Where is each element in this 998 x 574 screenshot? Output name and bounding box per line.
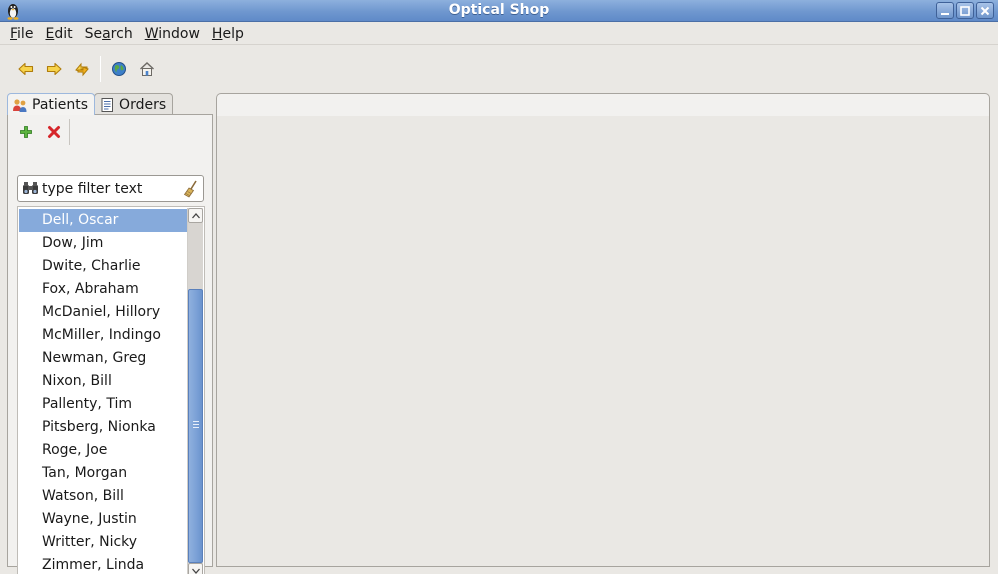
close-icon: [980, 6, 990, 15]
menu-help[interactable]: Help: [206, 23, 250, 45]
filter-input[interactable]: [42, 180, 180, 197]
back-button[interactable]: [12, 55, 40, 83]
menu-help-mnemonic: H: [211, 25, 223, 42]
list-item[interactable]: McDaniel, Hillory: [19, 301, 187, 324]
menu-file-mnemonic: F: [10, 25, 18, 42]
list-item[interactable]: Roge, Joe: [19, 439, 187, 462]
tab-orders-label: Orders: [119, 96, 167, 113]
patients-list-rows: Dell, Oscar Dow, Jim Dwite, Charlie Fox, Ab…: [19, 209, 187, 574]
editor-tab-strip: [216, 93, 990, 117]
toolbar-separator: [100, 56, 101, 82]
orders-icon: [101, 97, 114, 112]
scroll-down-button[interactable]: [188, 563, 203, 574]
minimize-button[interactable]: [936, 2, 954, 19]
menu-window-mnemonic: W: [144, 25, 159, 42]
list-item[interactable]: Watson, Bill: [19, 485, 187, 508]
list-item[interactable]: Zimmer, Linda: [19, 554, 187, 574]
home-button[interactable]: [133, 55, 161, 83]
sync-icon: [75, 62, 89, 77]
delete-patient-button[interactable]: [40, 119, 68, 145]
list-item[interactable]: Dow, Jim: [19, 232, 187, 255]
window-title: Optical Shop: [448, 2, 550, 18]
close-button[interactable]: [976, 2, 994, 19]
list-item[interactable]: Newman, Greg: [19, 347, 187, 370]
scroll-up-button[interactable]: [188, 208, 203, 223]
scroll-track[interactable]: [188, 223, 203, 289]
list-item[interactable]: McMiller, Indingo: [19, 324, 187, 347]
menu-window[interactable]: Window: [139, 23, 206, 45]
menu-bar: File Edit Search Window Help: [0, 23, 998, 45]
patients-panel: Dell, OscarDow, JimDwite, CharlieFox, Ab…: [7, 114, 213, 574]
scroll-thumb[interactable]: [188, 289, 203, 563]
forward-arrow-icon: [46, 62, 62, 76]
list-item[interactable]: Wayne, Justin: [19, 508, 187, 531]
menu-window-label: indow: [158, 25, 200, 42]
menu-search-mnemonic: a: [102, 25, 111, 42]
add-patient-button[interactable]: [12, 119, 40, 145]
chevron-down-icon: [191, 568, 200, 574]
menu-search-label: rch: [110, 25, 133, 42]
scroll-grip: [193, 421, 199, 428]
list-item[interactable]: Pitsberg, Nionka: [19, 416, 187, 439]
home-icon: [140, 62, 154, 76]
list-item[interactable]: Pallenty, Tim: [19, 393, 187, 416]
patients-toolbar: [12, 119, 70, 145]
list-item[interactable]: Dwite, Charlie: [19, 255, 187, 278]
delete-icon: [48, 126, 60, 138]
list-item[interactable]: Tan, Morgan: [19, 462, 187, 485]
filter-field[interactable]: [17, 175, 204, 202]
vertical-scrollbar[interactable]: [187, 208, 203, 574]
web-button[interactable]: [105, 55, 133, 83]
minimize-icon: [941, 12, 949, 15]
patients-icon: [13, 98, 27, 112]
editor-body: [216, 116, 990, 567]
forward-button[interactable]: [40, 55, 68, 83]
list-item[interactable]: Nixon, Bill: [19, 370, 187, 393]
back-arrow-icon: [18, 62, 34, 76]
patients-view: Patients Orders type filter text Dell, O…: [7, 93, 213, 574]
sync-button[interactable]: [68, 55, 96, 83]
editor-area: [216, 93, 990, 567]
menu-edit-mnemonic: E: [45, 25, 55, 42]
menu-search[interactable]: Search: [79, 23, 139, 45]
menu-edit-label: dit: [54, 25, 73, 42]
globe-icon: [112, 62, 126, 76]
binoculars-icon: [23, 182, 38, 194]
maximize-button[interactable]: [956, 2, 974, 19]
clear-filter-icon[interactable]: [183, 180, 199, 198]
list-item[interactable]: Fox, Abraham: [19, 278, 187, 301]
title-bar[interactable]: Optical Shop: [0, 0, 998, 22]
chevron-up-icon: [191, 212, 200, 218]
menu-edit[interactable]: Edit: [39, 23, 78, 45]
maximize-icon: [960, 5, 970, 16]
menu-file-label: ile: [17, 25, 34, 42]
menu-search-prefix: Se: [84, 25, 103, 42]
tab-orders[interactable]: Orders: [94, 93, 174, 115]
tab-patients-label: Patients: [32, 96, 89, 113]
menu-help-label: elp: [222, 25, 244, 42]
patients-list[interactable]: Dell, Oscar Dow, Jim Dwite, Charlie Fox, Ab…: [17, 206, 205, 574]
tab-patients[interactable]: Patients: [7, 93, 96, 115]
list-item[interactable]: Dell, Oscar: [19, 209, 187, 232]
list-item[interactable]: Writter, Nicky: [19, 531, 187, 554]
menu-file[interactable]: File: [4, 23, 39, 45]
main-toolbar: [0, 46, 998, 92]
add-icon: [20, 126, 32, 138]
